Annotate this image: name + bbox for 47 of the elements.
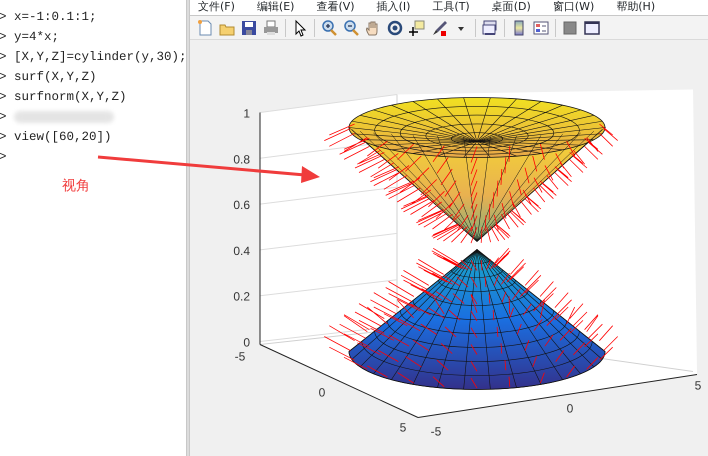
square-icon[interactable] [561, 18, 579, 36]
axis-tick-label: 0 [566, 402, 574, 416]
menu-item[interactable]: 帮助(H) [616, 0, 656, 13]
prompt: > [0, 129, 8, 146]
new-file-icon[interactable] [196, 18, 214, 36]
save-icon[interactable] [240, 18, 258, 36]
zoom-out-icon[interactable] [342, 18, 360, 36]
axis-tick-label: 5 [694, 378, 702, 392]
menu-item[interactable]: 编辑(E) [256, 0, 294, 13]
axis-tick-label: 0.6 [233, 198, 250, 212]
printer-icon[interactable] [262, 18, 280, 36]
command-text: [X,Y,Z]=cylinder(y,30); [14, 50, 187, 64]
axis-tick-label: -5 [234, 350, 246, 364]
command-text: surf(X,Y,Z) [14, 70, 97, 84]
prompt: > [0, 109, 8, 126]
menu-item[interactable]: 插入(I) [376, 0, 410, 13]
zoom-in-icon[interactable] [320, 18, 338, 36]
prompt: > [0, 9, 8, 26]
axis-tick-label: 0 [243, 336, 250, 350]
menu-item[interactable]: 工具(T) [432, 0, 470, 13]
command-text: x=-1:0.1:1; [14, 10, 97, 24]
command-text: y=4*x; [14, 30, 60, 44]
brush-icon[interactable] [430, 18, 448, 36]
axis-tick-label: -5 [430, 424, 442, 438]
prompt: > [0, 69, 8, 86]
command-text: surfnorm(X,Y,Z) [14, 90, 127, 104]
linked-windows-icon[interactable] [481, 18, 499, 36]
window-icon[interactable] [583, 18, 601, 36]
menu-item[interactable]: 窗口(W) [552, 0, 594, 13]
prompt: > [0, 29, 8, 46]
axis-tick-label: 1 [243, 106, 250, 120]
rotate-icon[interactable] [386, 18, 404, 36]
axis-tick-label: 0.4 [233, 244, 250, 258]
axis-tick-label: 0 [318, 386, 326, 400]
prompt: > [0, 49, 8, 66]
data-cursor-icon[interactable] [408, 18, 426, 36]
menu-item[interactable]: 文件(F) [198, 0, 235, 13]
axis-tick-label: 0.2 [233, 290, 250, 304]
prompt: > [0, 89, 8, 106]
annotation-text: 视角 [62, 177, 90, 196]
axis-tick-label: 0.8 [233, 152, 250, 166]
menu-item[interactable]: 查看(V) [316, 0, 355, 13]
menu-item[interactable]: 桌面(D) [492, 0, 531, 13]
legend-icon[interactable] [532, 18, 550, 36]
axis-tick-label: 5 [400, 420, 406, 434]
prompt: > [0, 149, 8, 166]
command-text: view([60,20]) [14, 130, 112, 144]
